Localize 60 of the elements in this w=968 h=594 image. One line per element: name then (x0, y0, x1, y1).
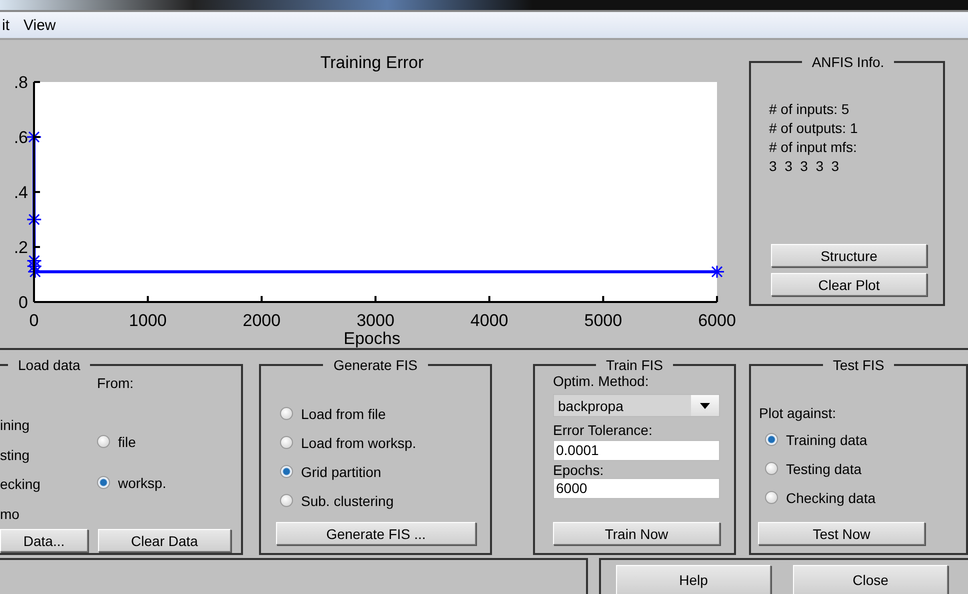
tolerance-field[interactable]: 0.0001 (553, 440, 720, 461)
option-label: file (118, 434, 136, 450)
x-tick-label: 1000 (128, 311, 167, 330)
x-tick-label: 2000 (242, 311, 281, 330)
panel-button[interactable]: Data... (0, 529, 88, 552)
point (26, 260, 42, 273)
option-label: ecking (0, 475, 42, 494)
option-label: Training data (786, 432, 868, 448)
option-label: Sub. clustering (301, 492, 394, 508)
field-label: Epochs: (553, 463, 605, 478)
y-tick-label: .4 (14, 183, 28, 202)
method-dropdown[interactable]: backpropa (553, 394, 720, 417)
train-now-button[interactable]: Train Now (553, 522, 720, 545)
option-label: worksp. (118, 474, 166, 490)
info-text: # of inputs: 5 (769, 100, 850, 119)
plot-against-label: Plot against: (759, 405, 836, 421)
panel-title: Load data (17, 357, 82, 373)
option-label: Checking data (786, 490, 876, 506)
generate-fis-button[interactable]: Generate FIS ... (276, 522, 476, 545)
panel-button[interactable]: Structure (771, 244, 927, 267)
x-tick-label: 0 (29, 311, 39, 330)
panel-title: Generate FIS (332, 357, 419, 373)
panel-title: Train FIS (604, 357, 664, 373)
option-label: Grid partition (301, 464, 382, 480)
y-tick-label: .2 (14, 238, 28, 257)
option-label: sting (0, 446, 31, 465)
info-text: 3 3 3 3 3 (769, 157, 840, 176)
option-label: ining (0, 416, 31, 435)
y-tick-label: 0 (18, 293, 28, 312)
panel-title: ANFIS Info. (810, 54, 886, 70)
panel-button[interactable]: Clear Data (98, 529, 231, 552)
test-now-button[interactable]: Test Now (758, 522, 925, 545)
x-tick-label: 3000 (356, 311, 394, 330)
epochs-field[interactable]: 6000 (553, 478, 720, 499)
menu-item[interactable]: it (0, 16, 12, 34)
point (27, 265, 43, 278)
info-text: # of input mfs: (769, 138, 858, 157)
option-label: Testing data (786, 460, 862, 476)
x-tick-label: 4000 (470, 311, 508, 330)
option-label: mo (0, 504, 20, 524)
field-label: Error Tolerance: (553, 422, 654, 438)
option-label: Load from file (301, 406, 386, 422)
x-tick-label: 6000 (698, 311, 736, 330)
y-tick-label: .6 (14, 128, 28, 147)
chart-title: Training Error (320, 53, 424, 72)
y-tick-label: .8 (14, 73, 28, 92)
info-text: # of outputs: 1 (769, 119, 859, 138)
footer-button[interactable]: Close (793, 565, 948, 594)
field-label: Optim. Method: (553, 373, 650, 389)
menu-item[interactable]: View (22, 16, 58, 34)
point (26, 212, 42, 226)
point (26, 130, 42, 144)
panel-title: Test FIS (832, 357, 886, 373)
panel-button[interactable]: Clear Plot (771, 273, 927, 296)
footer-button[interactable]: Help (616, 565, 771, 594)
x-axis-label: Epochs (344, 329, 400, 348)
point (26, 254, 42, 268)
option-label: Load from worksp. (301, 434, 416, 450)
from-label: From: (97, 375, 135, 391)
x-tick-label: 5000 (584, 311, 622, 330)
